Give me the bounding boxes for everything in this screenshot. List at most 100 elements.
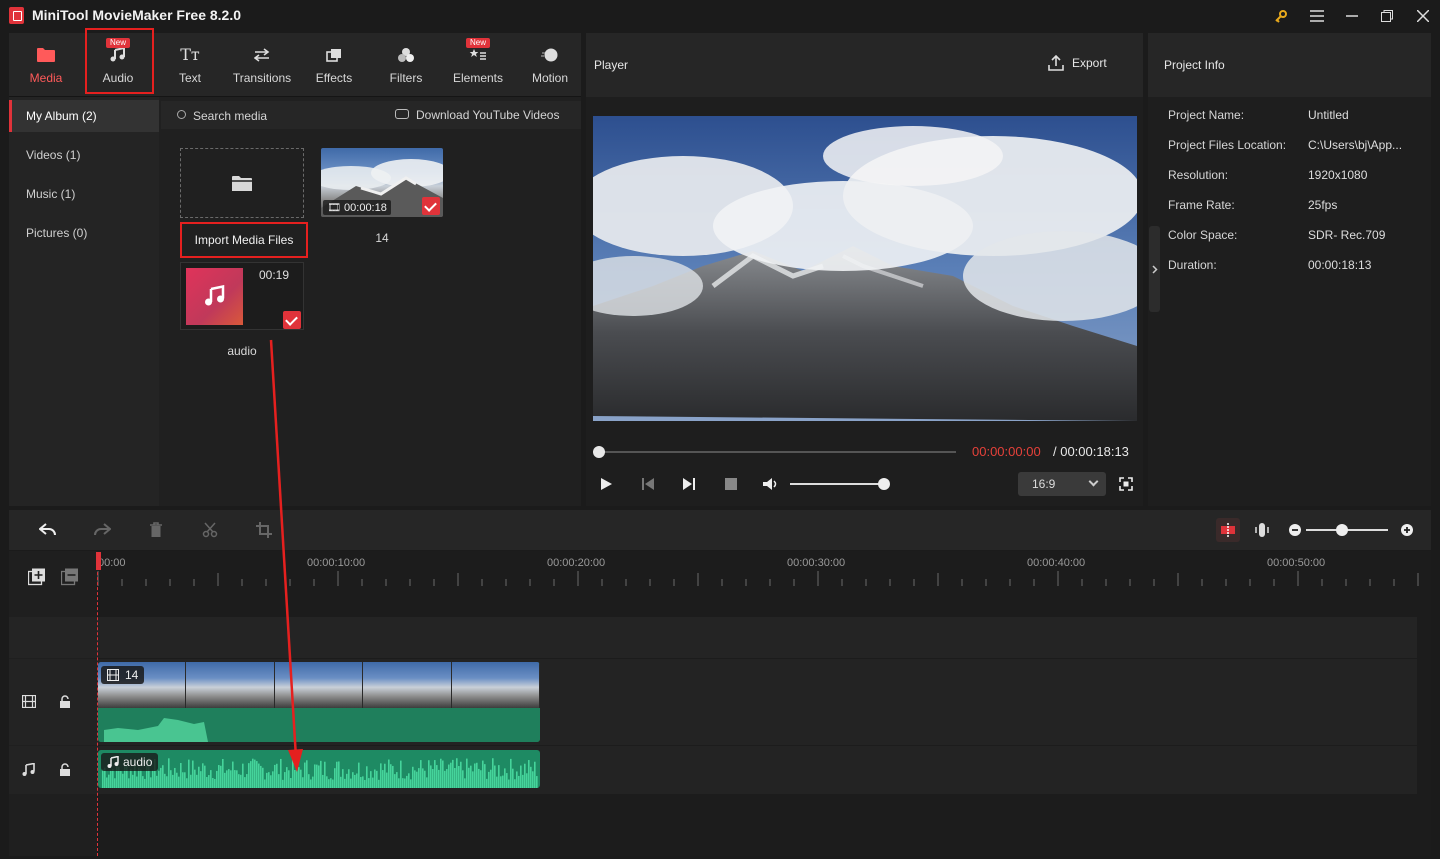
nav-my-album[interactable]: My Album (2) [9,100,159,132]
tab-motion[interactable]: Motion [517,33,583,96]
waveform-bar [304,762,306,788]
playhead[interactable] [97,552,98,856]
seek-handle[interactable] [593,446,605,458]
nav-videos[interactable]: Videos (1) [9,139,159,171]
waveform-bar [142,776,144,788]
audio-clip[interactable]: audio [98,750,540,788]
tab-transitions[interactable]: Transitions [229,33,295,96]
waveform-bar [114,778,116,788]
menu-icon[interactable] [1304,4,1330,28]
audio-art [186,268,243,325]
volume-slider[interactable] [790,483,884,485]
redo-icon[interactable] [92,520,112,540]
waveform-bar [446,769,448,788]
tab-text[interactable]: Tт Text [157,33,223,96]
aspect-ratio-select[interactable]: 16:9 [1018,472,1106,496]
waveform-bar [510,758,512,788]
nav-pictures[interactable]: Pictures (0) [9,217,159,249]
audio-track-icon [22,762,36,780]
import-media-tile[interactable] [180,148,304,218]
split-icon[interactable] [200,520,220,540]
waveform-bar [526,773,528,788]
video-clip[interactable]: 14 [98,662,540,742]
undo-icon[interactable] [38,520,58,540]
zoom-handle[interactable] [1336,524,1348,536]
waveform-bar [472,771,474,788]
seek-bar[interactable] [598,451,956,453]
remove-track-icon[interactable] [60,568,79,589]
tab-effects[interactable]: Effects [301,33,367,96]
waveform-bar [344,778,346,788]
download-youtube-link[interactable]: Download YouTube Videos [416,108,559,122]
delete-icon[interactable] [146,520,166,540]
empty-track [9,617,1417,658]
waveform-bar [202,763,204,788]
volume-handle[interactable] [878,478,890,490]
video-thumbnail[interactable]: 🎞 00:00:18 [321,148,443,217]
export-button[interactable]: Export [1048,55,1107,71]
stop-icon[interactable] [721,474,741,494]
music-note-icon [204,284,224,305]
audio-detach-icon[interactable] [1252,520,1272,540]
playhead-handle[interactable] [96,552,101,570]
waveform-bar [424,770,426,788]
waveform-bar [348,769,350,788]
waveform-bar [456,758,458,788]
waveform-bar [368,778,370,788]
ruler-label: 00:00 [98,557,126,569]
key-icon[interactable] [1268,4,1294,28]
waveform-bar [108,774,110,788]
waveform-bar [422,768,424,788]
waveform-bar [240,774,242,788]
waveform-bar [398,778,400,788]
zoom-out-icon[interactable] [1285,520,1305,540]
waveform-bar [392,765,394,788]
waveform-bar [504,768,506,788]
zoom-in-icon[interactable] [1397,520,1417,540]
minimize-icon[interactable] [1339,4,1365,28]
volume-icon[interactable] [761,474,781,494]
tab-elements[interactable]: New Elements [445,33,511,96]
close-icon[interactable] [1410,4,1436,28]
waveform-bar [426,777,428,788]
waveform-bar [334,768,336,788]
previous-frame-icon[interactable] [638,474,658,494]
audio-added-check-icon [283,311,301,329]
restore-icon[interactable] [1374,4,1400,28]
waveform-bar [484,764,486,788]
waveform-bar [132,774,134,788]
waveform-bar [248,763,250,788]
video-clip-label: 14 [101,666,145,684]
lock-icon[interactable] [59,763,71,780]
waveform-bar [372,777,374,788]
crop-icon[interactable] [254,520,274,540]
search-bar: Search media Download YouTube Videos [161,101,581,129]
waveform-bar [170,770,172,788]
music-note-icon [107,755,119,768]
next-frame-icon[interactable] [679,474,699,494]
waveform-bar [438,769,440,788]
play-icon[interactable] [596,474,616,494]
nav-music[interactable]: Music (1) [9,178,159,210]
snap-icon[interactable] [1216,518,1240,542]
waveform-bar [496,776,498,788]
search-input[interactable]: Search media [193,109,267,123]
transitions-icon [252,45,272,65]
audio-tile[interactable]: 00:19 [180,262,304,330]
waveform-bar [442,760,444,788]
waveform-bar [338,761,340,788]
panel-collapse-handle[interactable] [1149,226,1160,312]
waveform-bar [522,774,524,788]
import-media-files-label[interactable]: Import Media Files [180,222,308,258]
tab-filters[interactable]: Filters [373,33,439,96]
waveform-bar [402,778,404,788]
lock-icon[interactable] [59,695,71,712]
waveform-bar [190,774,192,788]
current-time: 00:00:00:00 [972,444,1041,459]
waveform-bar [358,762,360,788]
tab-media[interactable]: Media [13,33,79,96]
effects-icon [324,45,344,65]
waveform-bar [508,779,510,788]
add-track-icon[interactable] [27,568,46,589]
fullscreen-icon[interactable] [1116,474,1136,494]
